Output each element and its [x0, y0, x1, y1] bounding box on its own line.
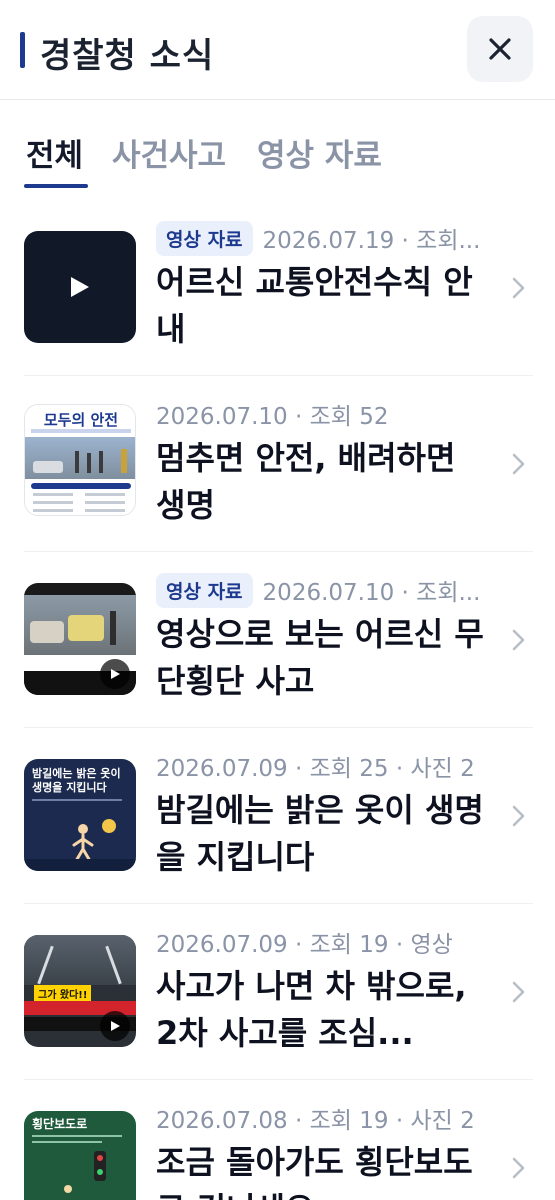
list-item[interactable]: 밤길에는 밝은 옷이 생명을 지킵니다 2026.07.09 · 조회 25 ·…	[0, 728, 555, 904]
video-badge: 영상 자료	[156, 220, 253, 256]
item-meta-text: 2026.07.08 · 조회 19 · 사진 2	[156, 1108, 475, 1134]
item-title: 조금 돌아가도 횡단보도로 건너세요	[156, 1143, 473, 1200]
item-title: 어르신 교통안전수칙 안내	[156, 263, 473, 348]
list-item[interactable]: 횡단보도로 2026.07.08 · 조회 19 · 사진 2 조금 돌아가도 …	[0, 1080, 555, 1200]
poster-subline	[31, 429, 131, 433]
item-title: 사고가 나면 차 밖으로, 2차 사고를 조심...	[156, 967, 467, 1052]
item-meta-text: 2026.07.19 · 조회...	[262, 228, 481, 254]
chevron-right-icon	[512, 277, 525, 299]
item-meta: 2026.07.08 · 조회 19 · 사진 2	[156, 1100, 488, 1136]
night-poster-thumbnail: 밤길에는 밝은 옷이 생명을 지킵니다	[24, 759, 136, 871]
active-tab-indicator	[24, 184, 88, 188]
list-item[interactable]: 그가 왔다!! 2026.07.09 · 조회 19 · 영상 사고가 나면 차…	[0, 904, 555, 1080]
crosswalk-poster-thumbnail: 횡단보도로	[24, 1111, 136, 1200]
play-icon	[111, 1021, 120, 1031]
pedestrian-icon	[72, 824, 94, 863]
poster-thumbnail: 모두의 안전	[24, 404, 136, 516]
item-meta: 2026.07.09 · 조회 19 · 영상	[156, 924, 488, 960]
caption-highlight: 그가 왔다!!	[34, 985, 92, 1002]
play-button	[100, 1011, 130, 1041]
tab-videos[interactable]: 영상 자료	[257, 130, 382, 175]
page-title: 경찰청 소식	[40, 36, 215, 76]
item-title: 멈추면 안전, 배려하면 생명	[156, 439, 456, 524]
list-item[interactable]: 영상 자료 2026.07.19 · 조회... 어르신 교통안전수칙 안내	[0, 200, 555, 376]
list-item[interactable]: 모두의 안전 2026.07.10 · 조회 52 멈추면 안전, 배려하면 생…	[0, 376, 555, 552]
item-meta: 영상 자료 2026.07.19 · 조회...	[156, 220, 488, 256]
highway-scene	[24, 935, 136, 985]
item-meta: 2026.07.09 · 조회 25 · 사진 2	[156, 748, 488, 784]
chevron-right-icon	[512, 805, 525, 827]
chevron-right-icon	[512, 1157, 525, 1179]
video-badge: 영상 자료	[156, 572, 253, 608]
item-title: 밤길에는 밝은 옷이 생명을 지킵니다	[156, 791, 484, 876]
item-meta-text: 2026.07.10 · 조회...	[262, 580, 481, 606]
tab-all[interactable]: 전체	[26, 130, 83, 175]
poster-heading: 횡단보도로	[32, 1117, 88, 1131]
header: 경찰청 소식	[0, 0, 555, 100]
item-meta-text: 2026.07.09 · 조회 19 · 영상	[156, 932, 453, 958]
header-accent-bar	[20, 32, 25, 68]
play-button	[100, 659, 130, 689]
traffic-light-icon	[94, 1151, 106, 1181]
close-icon	[489, 38, 511, 60]
poster-banner	[31, 483, 131, 489]
item-meta: 영상 자료 2026.07.10 · 조회...	[156, 572, 488, 608]
item-meta-text: 2026.07.09 · 조회 25 · 사진 2	[156, 756, 475, 782]
close-button[interactable]	[467, 16, 533, 82]
play-icon	[111, 669, 120, 679]
poster-heading: 모두의 안전	[43, 411, 119, 429]
item-meta: 2026.07.10 · 조회 52	[156, 396, 488, 432]
item-meta-text: 2026.07.10 · 조회 52	[156, 404, 389, 430]
poster-heading: 밤길에는 밝은 옷이 생명을 지킵니다	[32, 767, 121, 794]
moon-icon	[102, 819, 116, 833]
chevron-right-icon	[512, 629, 525, 651]
poster-photo	[25, 437, 135, 479]
street-video-thumbnail	[24, 583, 136, 695]
video-play-thumbnail	[24, 231, 136, 343]
chevron-right-icon	[512, 453, 525, 475]
street-scene	[24, 595, 136, 655]
tab-incidents[interactable]: 사건사고	[112, 130, 226, 175]
item-title: 영상으로 보는 어르신 무단횡단 사고	[156, 615, 484, 700]
highway-video-thumbnail: 그가 왔다!!	[24, 935, 136, 1047]
chevron-right-icon	[512, 981, 525, 1003]
list-item[interactable]: 영상 자료 2026.07.10 · 조회... 영상으로 보는 어르신 무단횡…	[0, 552, 555, 728]
tab-bar: 전체 사건사고 영상 자료	[0, 130, 555, 190]
play-icon	[71, 277, 89, 297]
